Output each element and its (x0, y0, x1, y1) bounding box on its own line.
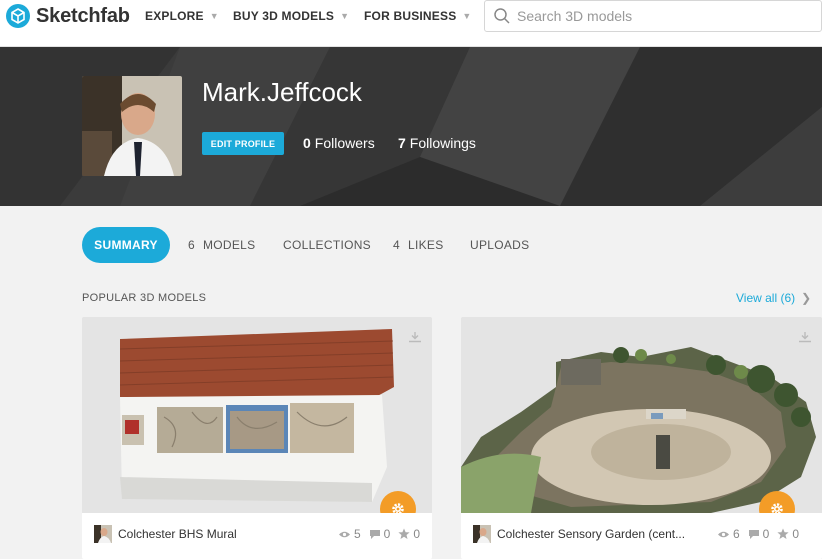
comments-metric: 0 (369, 527, 391, 541)
download-icon[interactable] (798, 330, 812, 348)
model-thumbnail[interactable] (82, 317, 432, 513)
avatar[interactable] (94, 525, 112, 543)
profile-avatar[interactable] (82, 76, 182, 176)
likes-count: 0 (413, 527, 420, 541)
model-metrics: 5 0 0 (330, 527, 420, 541)
nav-buy-3d-models[interactable]: BUY 3D MODELS ▼ (233, 9, 349, 23)
nav-buy-label: BUY 3D MODELS (233, 9, 335, 23)
search-input[interactable] (517, 8, 807, 24)
model-thumbnail[interactable] (461, 317, 822, 513)
tab-collections-label: COLLECTIONS (283, 238, 371, 252)
tab-models-count: 6 (188, 238, 195, 252)
comment-icon (748, 529, 759, 539)
view-all-link[interactable]: View all (6) ❯ (736, 291, 811, 305)
tab-summary-label: SUMMARY (94, 238, 158, 252)
followings-count: 7 (398, 135, 406, 151)
download-icon[interactable] (408, 330, 422, 348)
star-icon (777, 528, 789, 539)
likes-metric: 0 (777, 527, 799, 541)
model-card-footer: Colchester BHS Mural 5 0 0 (82, 513, 432, 559)
edit-profile-button[interactable]: EDIT PROFILE (202, 132, 284, 155)
model-title[interactable]: Colchester Sensory Garden (cent... (497, 527, 685, 541)
followers-count: 0 (303, 135, 311, 151)
followers-stat[interactable]: 0 Followers (303, 135, 375, 151)
star-icon (398, 528, 410, 539)
followings-stat[interactable]: 7 Followings (398, 135, 476, 151)
eye-icon (338, 531, 350, 537)
model-card-footer: Colchester Sensory Garden (cent... 6 0 0 (461, 513, 822, 559)
comments-count: 0 (383, 527, 391, 541)
nav-for-business[interactable]: FOR BUSINESS ▼ (364, 9, 472, 23)
comments-count: 0 (762, 527, 770, 541)
chevron-right-icon: ❯ (801, 291, 812, 305)
model-card[interactable]: Colchester Sensory Garden (cent... 6 0 0 (461, 317, 822, 559)
tab-collections[interactable]: COLLECTIONS (283, 238, 371, 252)
views-count: 5 (353, 527, 361, 541)
nav-business-label: FOR BUSINESS (364, 9, 457, 23)
search-icon (494, 8, 510, 24)
nav-explore-label: EXPLORE (145, 9, 204, 23)
followings-label: Followings (409, 135, 476, 151)
views-count: 6 (732, 527, 740, 541)
tab-models-label: MODELS (202, 238, 256, 252)
comments-metric: 0 (748, 527, 770, 541)
tab-summary[interactable]: SUMMARY (82, 227, 170, 263)
profile-username: Mark.Jeffcock (202, 77, 362, 107)
nav-explore[interactable]: EXPLORE ▼ (145, 9, 219, 23)
model-metrics: 6 0 0 (709, 527, 799, 541)
tab-likes-label: LIKES (407, 238, 444, 252)
sketchfab-logo-icon (6, 4, 30, 28)
search-box[interactable] (484, 0, 822, 32)
popular-models-heading: POPULAR 3D MODELS (82, 292, 207, 304)
views-metric: 6 (717, 527, 740, 541)
likes-count: 0 (792, 527, 799, 541)
views-metric: 5 (338, 527, 361, 541)
avatar[interactable] (473, 525, 491, 543)
top-navigation: Sketchfab EXPLORE ▼ BUY 3D MODELS ▼ FOR … (0, 0, 822, 47)
model-title[interactable]: Colchester BHS Mural (118, 527, 237, 541)
tab-models[interactable]: 6 MODELS (188, 238, 255, 252)
likes-metric: 0 (398, 527, 420, 541)
chevron-down-icon: ▼ (340, 11, 350, 21)
chevron-down-icon: ▼ (209, 11, 219, 21)
tab-likes[interactable]: 4 LIKES (393, 238, 444, 252)
followers-label: Followers (314, 135, 375, 151)
eye-icon (717, 531, 729, 537)
tab-uploads-label: UPLOADS (470, 238, 530, 252)
sketchfab-logo[interactable]: Sketchfab (6, 3, 130, 29)
view-all-label: View all (6) (736, 291, 796, 305)
tab-likes-count: 4 (393, 238, 400, 252)
tab-uploads[interactable]: UPLOADS (470, 238, 529, 252)
logo-text: Sketchfab (36, 4, 130, 27)
profile-header: Mark.Jeffcock EDIT PROFILE 0 Followers 7F… (0, 47, 822, 206)
chevron-down-icon: ▼ (462, 11, 472, 21)
comment-icon (369, 529, 380, 539)
model-card[interactable]: Colchester BHS Mural 5 0 0 (82, 317, 432, 559)
